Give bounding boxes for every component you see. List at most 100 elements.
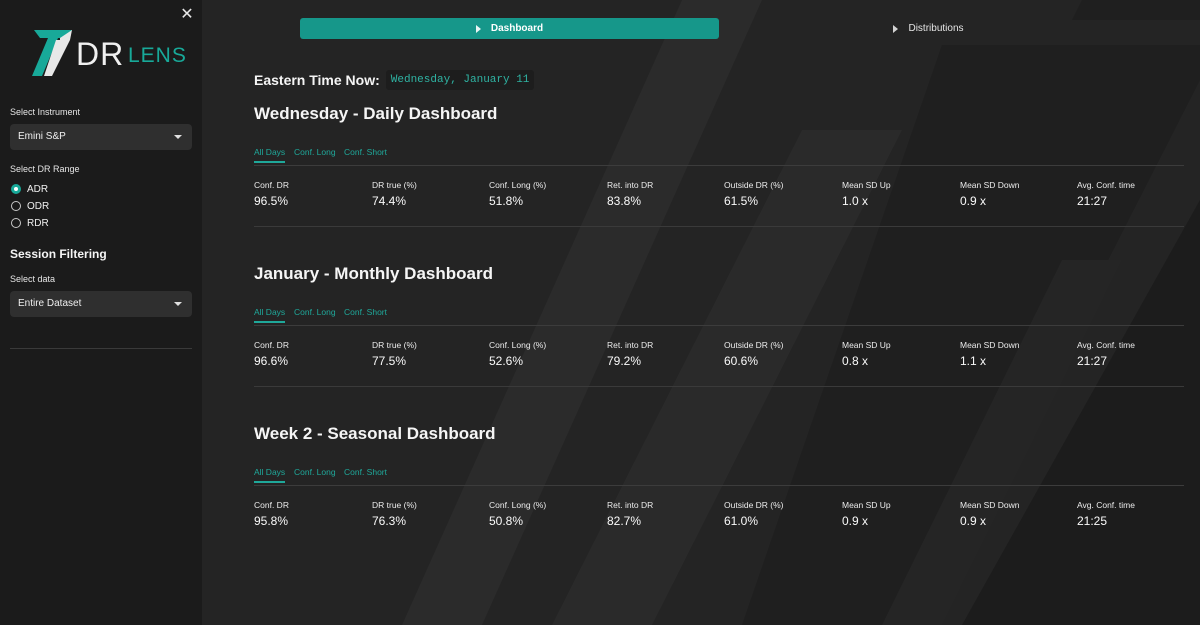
metric-value: 96.5% [254, 194, 289, 208]
metric-label: Outside DR (%) [724, 180, 784, 190]
filter-tab[interactable]: Conf. Short [344, 307, 387, 317]
metrics-row: Conf. DR 96.5% DR true (%) 74.4% Conf. Long … [254, 166, 1184, 226]
filter-tab[interactable]: All Days [254, 307, 286, 323]
metric-label: Conf. Long (%) [489, 180, 547, 190]
sidebar-divider [10, 348, 192, 349]
metric-value: 52.6% [489, 354, 524, 368]
metric-value: 77.5% [372, 354, 407, 368]
main-content: Dashboard Distributions Eastern Time Now… [202, 0, 1200, 625]
metric-value: 79.2% [607, 354, 642, 368]
tab-distributions[interactable]: Distributions [719, 18, 1138, 39]
dashboard-title: Week 2 - Seasonal Dashboard [254, 424, 496, 443]
metric-value: 95.8% [254, 514, 289, 528]
metric-label: Avg. Conf. time [1077, 340, 1135, 350]
metric-label: Conf. DR [254, 340, 289, 350]
logo-text-sub: LENS [128, 44, 187, 67]
instrument-label: Select Instrument [10, 107, 81, 117]
metric-value: 21:27 [1077, 354, 1108, 368]
filter-tabs: All Days Conf. Long Conf. Short [254, 466, 1184, 486]
metric-value: 83.8% [607, 194, 642, 208]
data-select[interactable]: Entire Dataset [10, 291, 192, 317]
metric-label: Mean SD Down [960, 340, 1020, 350]
filter-tab[interactable]: Conf. Long [294, 467, 336, 477]
filter-tabs: All Days Conf. Long Conf. Short [254, 306, 1184, 326]
eastern-time-label: Eastern Time Now: [254, 72, 380, 88]
metric-value: 1.0 x [842, 194, 869, 208]
session-filtering-heading: Session Filtering [10, 247, 107, 261]
metric-value: 61.0% [724, 514, 759, 528]
filter-tab[interactable]: Conf. Long [294, 307, 336, 317]
metric-value: 0.9 x [842, 514, 869, 528]
tab-label: Dashboard [490, 23, 544, 34]
metric-label: Avg. Conf. time [1077, 500, 1135, 510]
metric-value: 21:25 [1077, 514, 1108, 528]
metric-label: Ret. into DR [607, 500, 654, 510]
radio-unselected-icon [11, 218, 21, 228]
tab-dashboard[interactable]: Dashboard [300, 18, 719, 39]
metric-label: DR true (%) [372, 340, 417, 350]
radio-label: ADR [27, 183, 49, 195]
metric-label: Mean SD Down [960, 500, 1020, 510]
chevron-down-icon [174, 302, 182, 306]
dashboard-section: Week 2 - Seasonal Dashboard All Days Conf.… [254, 424, 1184, 546]
radio-odr[interactable]: ODR [11, 199, 49, 213]
filter-tab[interactable]: Conf. Short [344, 467, 387, 477]
close-icon: ✕ [180, 6, 194, 23]
metric-label: Mean SD Up [842, 500, 891, 510]
metric-value: 21:27 [1077, 194, 1108, 208]
chevron-down-icon [174, 135, 182, 139]
dashboard-section: January - Monthly Dashboard All Days Conf.… [254, 264, 1184, 387]
eastern-time-value: Wednesday, January 11 [385, 70, 535, 90]
metrics-row: Conf. DR 95.8% DR true (%) 76.3% Conf. Long … [254, 486, 1184, 546]
metric-value: 61.5% [724, 194, 759, 208]
metric-value: 96.6% [254, 354, 289, 368]
filter-tab[interactable]: Conf. Long [294, 147, 336, 157]
instrument-select-value: Emini S&P [18, 131, 66, 142]
metric-label: DR true (%) [372, 500, 417, 510]
play-icon [893, 24, 899, 33]
data-select-value: Entire Dataset [18, 298, 82, 309]
radio-rdr[interactable]: RDR [11, 216, 49, 230]
metric-label: Conf. Long (%) [489, 500, 547, 510]
sidebar: ✕ DR LENS Select Instrument Emini S&P Se… [0, 0, 202, 625]
filter-tabs: All Days Conf. Long Conf. Short [254, 146, 1184, 166]
metric-value: 76.3% [372, 514, 407, 528]
eastern-time-row: Eastern Time Now: Wednesday, January 11 [254, 69, 535, 91]
select-data-label: Select data [10, 274, 56, 284]
tab-label: Distributions [908, 23, 964, 34]
metric-value: 60.6% [724, 354, 759, 368]
metric-label: DR true (%) [372, 180, 417, 190]
metric-value: 82.7% [607, 514, 642, 528]
dashboard-title: January - Monthly Dashboard [254, 264, 493, 283]
radio-selected-icon [11, 184, 21, 194]
radio-adr[interactable]: ADR [11, 182, 48, 196]
filter-tab[interactable]: All Days [254, 467, 286, 483]
metric-value: 0.8 x [842, 354, 869, 368]
close-sidebar-button[interactable]: ✕ [178, 6, 196, 24]
radio-label: RDR [27, 217, 49, 229]
filter-tab[interactable]: All Days [254, 147, 286, 163]
logo: DR LENS [30, 28, 190, 80]
filter-tab[interactable]: Conf. Short [344, 147, 387, 157]
metric-label: Conf. DR [254, 500, 289, 510]
metric-label: Mean SD Up [842, 180, 891, 190]
metric-label: Ret. into DR [607, 180, 654, 190]
metric-value: 0.9 x [960, 514, 987, 528]
metric-value: 74.4% [372, 194, 407, 208]
metric-value: 0.9 x [960, 194, 987, 208]
metric-value: 50.8% [489, 514, 524, 528]
metric-label: Conf. Long (%) [489, 340, 547, 350]
metric-label: Avg. Conf. time [1077, 180, 1135, 190]
metric-label: Conf. DR [254, 180, 289, 190]
instrument-select[interactable]: Emini S&P [10, 124, 192, 150]
dashboard-section: Wednesday - Daily Dashboard All Days Conf.… [254, 104, 1184, 227]
metric-label: Mean SD Up [842, 340, 891, 350]
metric-label: Outside DR (%) [724, 500, 784, 510]
metric-label: Ret. into DR [607, 340, 654, 350]
section-divider [254, 226, 1184, 227]
dr-range-label: Select DR Range [10, 164, 80, 174]
radio-unselected-icon [11, 201, 21, 211]
dashboard-title: Wednesday - Daily Dashboard [254, 104, 498, 123]
tab-bar: Dashboard Distributions [300, 18, 1138, 39]
play-icon [475, 24, 481, 33]
